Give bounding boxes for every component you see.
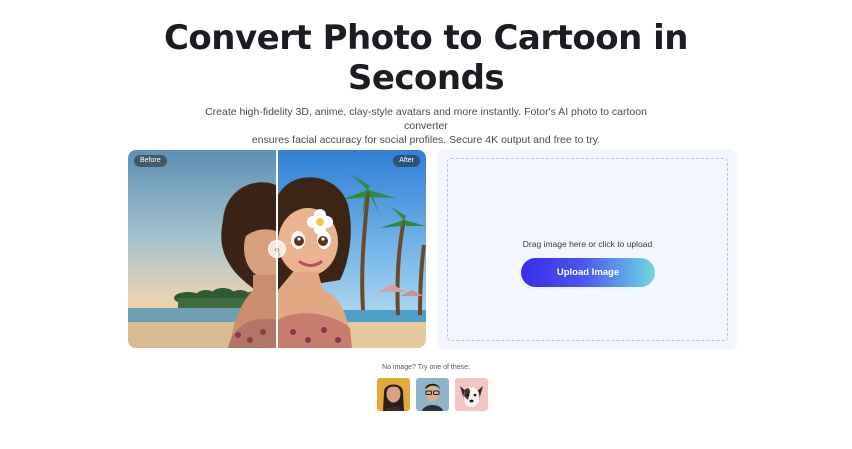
page-title-line-1: Convert Photo to Cartoon in bbox=[163, 18, 689, 58]
chevron-left-right-icon[interactable]: ‹› bbox=[268, 240, 286, 258]
page-subtitle: Create high-fidelity 3D, anime, clay-sty… bbox=[190, 105, 662, 147]
page-title-line-2: Seconds bbox=[347, 58, 505, 98]
samples-label: No image? Try one of these: bbox=[382, 364, 470, 371]
dog-portrait-sample[interactable] bbox=[455, 378, 488, 411]
page-title: Convert Photo to Cartoon in Seconds bbox=[0, 18, 852, 98]
before-after-comparison[interactable]: Before After ‹› bbox=[128, 150, 426, 348]
sample-images bbox=[377, 378, 488, 411]
page-subtitle-line-2: ensures facial accuracy for social profi… bbox=[251, 134, 601, 146]
woman-portrait-sample[interactable] bbox=[377, 378, 410, 411]
man-portrait-sample[interactable] bbox=[416, 378, 449, 411]
before-badge: Before bbox=[134, 155, 167, 167]
upload-panel[interactable]: Drag image here or click to upload Uploa… bbox=[437, 149, 738, 350]
upload-dropzone[interactable]: Drag image here or click to upload Uploa… bbox=[447, 158, 728, 341]
page: Convert Photo to Cartoon in Seconds Crea… bbox=[0, 0, 852, 449]
after-badge: After bbox=[393, 155, 420, 167]
page-subtitle-line-1: Create high-fidelity 3D, anime, clay-sty… bbox=[205, 106, 647, 132]
upload-hint: Drag image here or click to upload bbox=[522, 239, 653, 249]
upload-image-button[interactable]: Upload Image bbox=[521, 258, 655, 287]
